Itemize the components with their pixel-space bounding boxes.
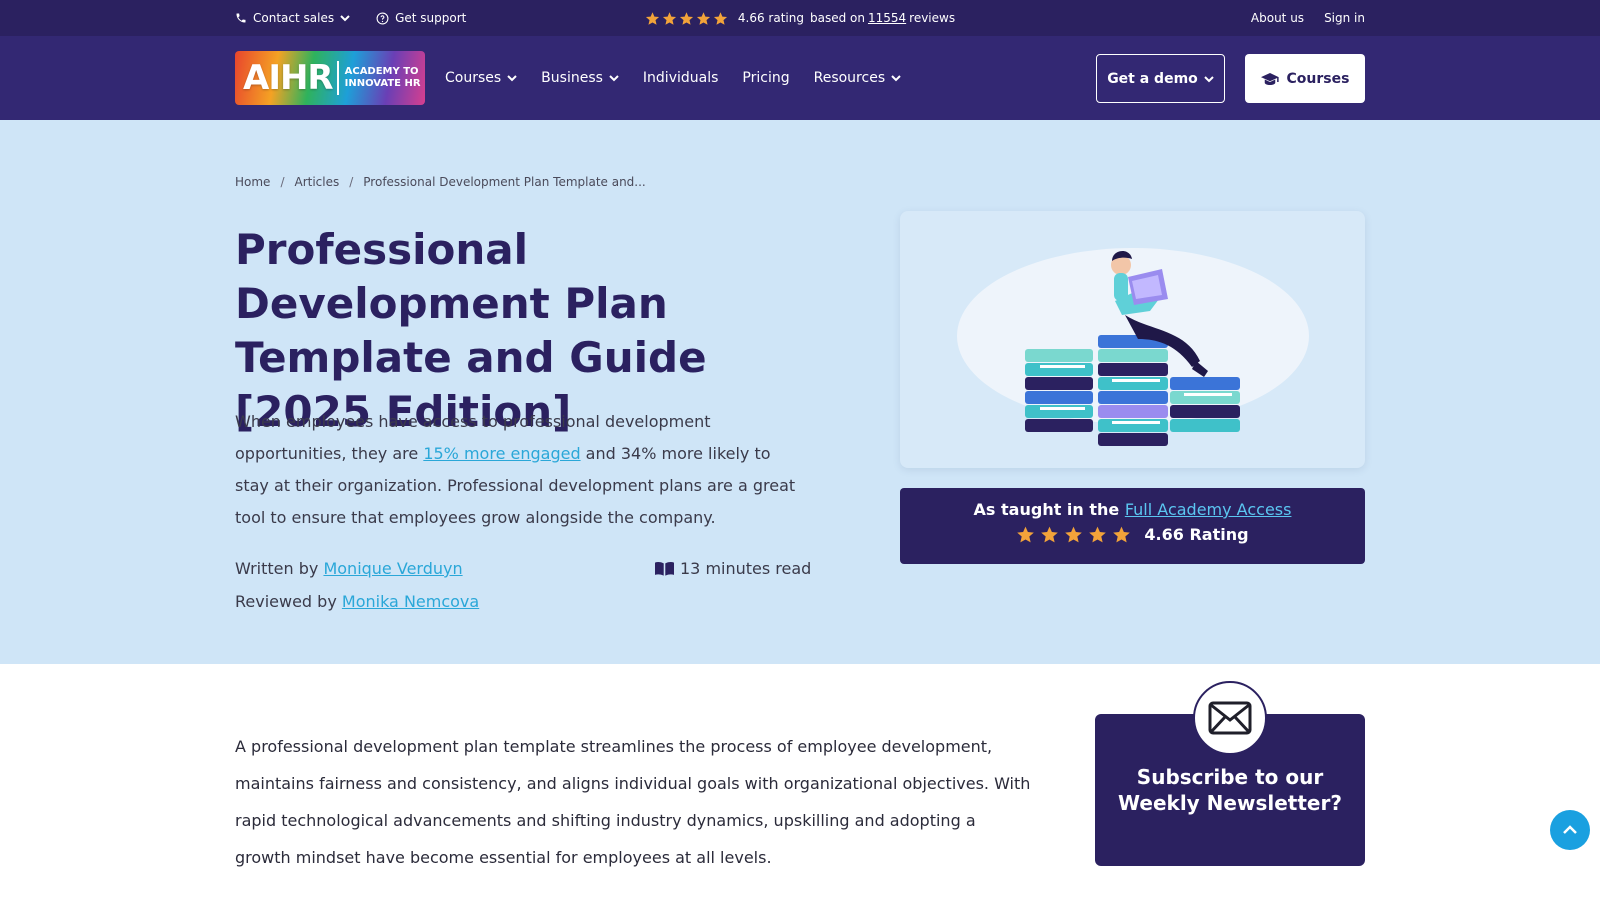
phone-icon — [236, 13, 246, 23]
chevron-down-icon — [507, 75, 517, 82]
nav-item-pricing[interactable]: Pricing — [742, 70, 789, 86]
rating-value: 4.66 rating — [737, 11, 804, 25]
get-support-label: Get support — [395, 11, 467, 25]
graduation-cap-icon — [1260, 72, 1279, 85]
chevron-down-icon — [1204, 75, 1214, 82]
envelope-icon — [1208, 701, 1252, 735]
newsletter-mail-badge — [1193, 681, 1267, 755]
engagement-stat-link[interactable]: 15% more engaged — [423, 444, 580, 463]
star-icon — [696, 11, 710, 25]
about-us-link[interactable]: About us — [1251, 11, 1304, 25]
logo-wordmark: AIHR — [243, 58, 334, 98]
breadcrumb-current: Professional Development Plan Template a… — [363, 175, 646, 189]
sign-in-link[interactable]: Sign in — [1324, 11, 1365, 25]
reviewed-by-label: Reviewed by — [235, 592, 342, 611]
newsletter-title: Subscribe to our Weekly Newsletter? — [1118, 765, 1342, 815]
written-by: Written by Monique Verduyn — [235, 552, 479, 585]
read-time: 13 minutes read — [655, 552, 811, 585]
taught-in-prefix: As taught in the — [973, 500, 1125, 519]
breadcrumb-home[interactable]: Home — [235, 175, 270, 189]
rating-stars — [645, 11, 728, 26]
breadcrumb-separator: / — [349, 175, 354, 189]
nav-item-courses[interactable]: Courses — [445, 70, 517, 86]
chevron-up-icon — [1563, 825, 1577, 834]
author-link[interactable]: Monique Verduyn — [323, 559, 462, 578]
star-icon — [1089, 526, 1107, 543]
scroll-to-top-button[interactable] — [1550, 810, 1590, 850]
nav-item-label: Courses — [445, 70, 502, 86]
star-icon — [645, 11, 659, 25]
reviewer-link[interactable]: Monika Nemcova — [342, 592, 479, 611]
reviews-label: reviews — [909, 11, 956, 25]
hero-illustration — [900, 211, 1365, 468]
hero-lead-paragraph: When employees have access to profession… — [235, 406, 805, 534]
star-icon — [662, 11, 676, 25]
author-byline: Written by Monique Verduyn Reviewed by M… — [235, 552, 479, 618]
logo-divider — [336, 61, 339, 95]
nav-item-individuals[interactable]: Individuals — [643, 70, 718, 86]
star-icon — [1065, 526, 1083, 543]
get-support-link[interactable]: Get support — [376, 11, 466, 25]
nav-menu: Courses Business Individuals Pricing Res… — [445, 36, 901, 120]
taught-in-banner: As taught in the Full Academy Access 4.6… — [900, 488, 1365, 564]
get-a-demo-label: Get a demo — [1107, 70, 1198, 87]
courses-button-label: Courses — [1286, 70, 1350, 87]
courses-button[interactable]: Courses — [1245, 54, 1365, 103]
logo-tagline-line1: ACADEMY TO — [344, 66, 419, 77]
contact-sales-label: Contact sales — [253, 11, 335, 25]
nav-item-label: Business — [541, 70, 603, 86]
breadcrumb-separator: / — [280, 175, 285, 189]
star-icon — [1041, 526, 1059, 543]
article-intro-paragraph: A professional development plan template… — [235, 737, 1031, 867]
nav-item-resources[interactable]: Resources — [814, 70, 902, 86]
star-icon — [1113, 526, 1131, 543]
hero-section: Home / Articles / Professional Developme… — [0, 120, 1600, 664]
star-icon — [1017, 526, 1035, 543]
taught-in-line: As taught in the Full Academy Access — [900, 500, 1365, 519]
reviewed-by: Reviewed by Monika Nemcova — [235, 585, 479, 618]
breadcrumb: Home / Articles / Professional Developme… — [235, 175, 646, 189]
written-by-label: Written by — [235, 559, 324, 578]
chevron-down-icon — [609, 75, 619, 82]
star-icon — [713, 11, 727, 25]
taught-in-rating-value: 4.66 Rating — [1144, 525, 1249, 544]
full-academy-access-link[interactable]: Full Academy Access — [1125, 500, 1292, 519]
person-reading-on-books-illustration — [957, 248, 1309, 446]
rating-based-on: based on — [809, 11, 865, 25]
get-a-demo-button[interactable]: Get a demo — [1096, 54, 1225, 103]
top-utility-bar: Contact sales Get support About us Sign … — [0, 0, 1600, 36]
book-open-icon — [655, 562, 674, 576]
reviews-count-link[interactable]: 11554 — [868, 11, 906, 25]
nav-item-label: Resources — [813, 70, 886, 86]
logo-tagline: ACADEMY TO INNOVATE HR — [345, 66, 421, 90]
nav-item-label: Pricing — [742, 70, 790, 86]
nav-item-business[interactable]: Business — [541, 70, 619, 86]
contact-sales-link[interactable]: Contact sales — [235, 11, 350, 25]
chevron-down-icon — [891, 75, 901, 82]
breadcrumb-articles[interactable]: Articles — [294, 175, 339, 189]
main-navigation: AIHR ACADEMY TO INNOVATE HR Courses Busi… — [0, 36, 1600, 120]
star-icon — [679, 11, 693, 25]
nav-item-label: Individuals — [642, 70, 719, 86]
aihr-logo[interactable]: AIHR ACADEMY TO INNOVATE HR — [235, 51, 425, 105]
read-time-label: 13 minutes read — [680, 559, 812, 578]
help-circle-icon — [376, 12, 389, 24]
chevron-down-icon — [340, 15, 350, 22]
logo-tagline-line2: INNOVATE HR — [344, 78, 421, 89]
taught-in-rating: 4.66 Rating — [900, 525, 1365, 544]
